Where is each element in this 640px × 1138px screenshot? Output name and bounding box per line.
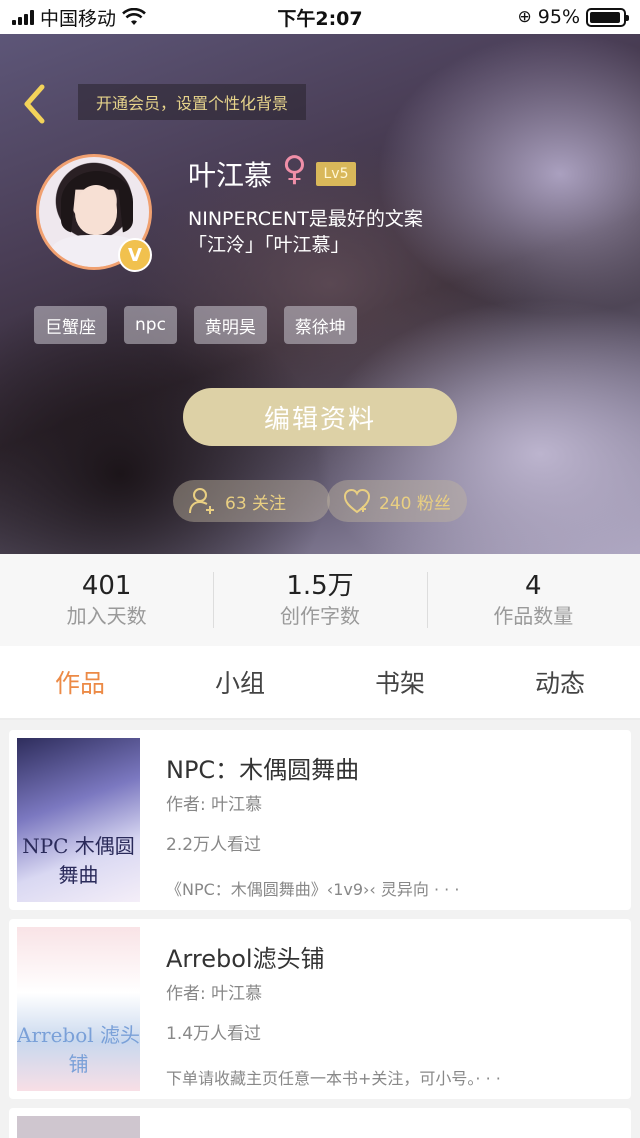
battery-level	[590, 11, 621, 23]
book-cover: NPC 木偶圆舞曲	[17, 738, 140, 902]
username: 叶江慕	[188, 159, 273, 192]
profile-header: 开通会员，设置个性化背景 V 叶江慕 ♀ Lv5 NINPERCENT是最好的文…	[0, 34, 640, 554]
work-description: 下单请收藏主页任意一本书+关注，可小号。· · ·	[166, 1069, 501, 1088]
tab-bookshelf[interactable]: 书架	[320, 646, 480, 718]
stat-label: 创作字数	[279, 604, 360, 628]
work-description: 《NPC：木偶圆舞曲》‹1v9›‹ 灵异向 · · ·	[166, 880, 460, 899]
work-card[interactable]	[9, 1108, 631, 1138]
status-bar: 中国移动 下午2:07 ⊕ 95%	[0, 0, 640, 34]
stat-label: 作品数量	[493, 604, 574, 628]
stat-label: 加入天数	[66, 604, 147, 628]
chevron-left-icon	[24, 84, 45, 124]
tag[interactable]: 巨蟹座	[34, 306, 107, 344]
member-banner[interactable]: 开通会员，设置个性化背景	[78, 84, 307, 120]
rotation-lock-icon: ⊕	[517, 7, 532, 27]
back-button[interactable]	[14, 82, 54, 126]
level-badge: Lv5	[316, 162, 356, 186]
following-button[interactable]: 63 关注	[173, 480, 330, 522]
battery-icon	[586, 7, 629, 27]
following-count: 63 关注	[225, 493, 287, 514]
tab-works[interactable]: 作品	[0, 646, 160, 718]
tag-list: 巨蟹座 npc 黄明昊 蔡徐坤	[34, 306, 357, 344]
tab-bar: 作品 小组 书架 动态	[0, 646, 640, 720]
followers-count: 240 粉丝	[379, 493, 451, 514]
stat-value: 1.5万	[286, 571, 354, 601]
tag[interactable]: 蔡徐坤	[283, 306, 357, 344]
heart-icon	[343, 488, 371, 514]
work-card[interactable]: Arrebol 滤头铺 Arrebol滤头铺 作者: 叶江慕 1.4万人看过 下…	[9, 919, 631, 1099]
bio: NINPERCENT是最好的文案 「江泠」「叶江慕」	[188, 206, 508, 258]
work-views: 1.4万人看过	[166, 1024, 262, 1044]
tab-groups[interactable]: 小组	[160, 646, 320, 718]
stat-works: 4 作品数量	[426, 554, 640, 646]
book-cover: Arrebol 滤头铺	[17, 927, 140, 1091]
tag[interactable]: npc	[124, 306, 177, 344]
edit-profile-button[interactable]: 编辑资料	[183, 388, 457, 446]
work-title: Arrebol滤头铺	[166, 945, 325, 973]
cover-title: NPC 木偶圆舞曲	[22, 834, 135, 887]
signal-icon	[12, 9, 34, 25]
stat-value: 401	[81, 571, 132, 601]
battery-percent: 95%	[537, 6, 580, 28]
carrier: 中国移动	[40, 7, 117, 30]
vip-badge-icon: V	[118, 238, 152, 272]
wifi-icon	[122, 8, 146, 25]
work-views: 2.2万人看过	[166, 835, 262, 855]
work-author: 作者: 叶江慕	[166, 795, 263, 815]
work-card[interactable]: NPC 木偶圆舞曲 NPC：木偶圆舞曲 作者: 叶江慕 2.2万人看过 《NPC…	[9, 730, 631, 910]
stats-bar: 401 加入天数 1.5万 创作字数 4 作品数量	[0, 554, 640, 646]
work-author: 作者: 叶江慕	[166, 984, 263, 1004]
female-icon: ♀	[282, 149, 307, 189]
tag[interactable]: 黄明昊	[193, 306, 267, 344]
book-cover	[17, 1116, 140, 1138]
bio-line-1: NINPERCENT是最好的文案	[188, 208, 423, 230]
stat-days: 401 加入天数	[0, 554, 213, 646]
stat-words: 1.5万 创作字数	[213, 554, 426, 646]
followers-button[interactable]: 240 粉丝	[327, 480, 467, 522]
tab-activity[interactable]: 动态	[480, 646, 640, 718]
cover-title: Arrebol 滤头铺	[17, 1023, 140, 1076]
work-title: NPC：木偶圆舞曲	[166, 756, 360, 784]
user-plus-icon	[189, 488, 214, 514]
stat-value: 4	[525, 571, 542, 601]
bio-line-2: 「江泠」「叶江慕」	[188, 234, 350, 256]
